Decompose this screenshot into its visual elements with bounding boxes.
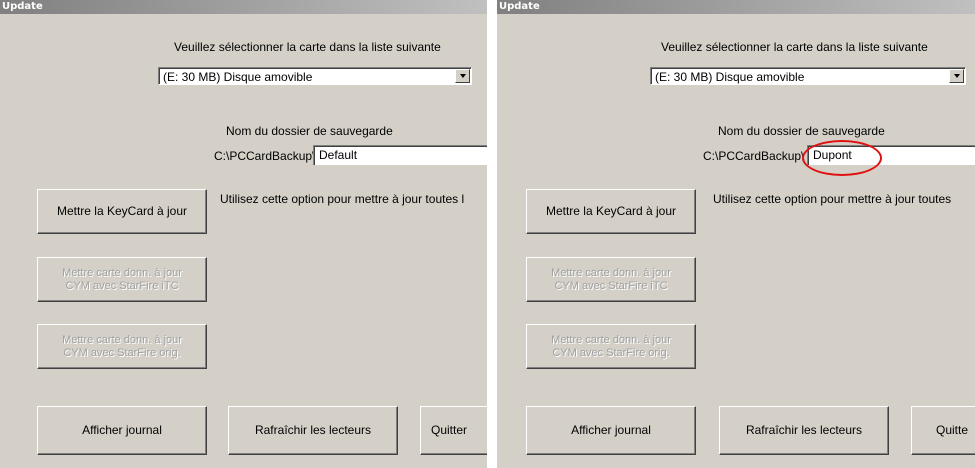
drive-select-value: (E: 30 MB) Disque amovible bbox=[655, 70, 805, 84]
highlight-circle bbox=[802, 140, 882, 176]
quit-label: Quitte bbox=[936, 423, 969, 437]
folder-name-input[interactable]: Default bbox=[313, 145, 487, 165]
backup-folder-label: Nom du dossier de sauvegarde bbox=[718, 124, 885, 138]
window-title: Update bbox=[0, 0, 487, 14]
quit-button[interactable]: Quitte bbox=[911, 406, 975, 455]
quit-label: Quitter bbox=[431, 423, 468, 437]
update-cym-orig-button[interactable]: Mettre carte donn. à jour CYM avec StarF… bbox=[37, 324, 207, 369]
update-cym-itc-button[interactable]: Mettre carte donn. à jour CYM avec StarF… bbox=[37, 257, 207, 302]
update-window-left: Update Veuillez sélectionner la carte da… bbox=[0, 0, 487, 468]
backup-folder-label: Nom du dossier de sauvegarde bbox=[226, 124, 393, 138]
update-keycard-button[interactable]: Mettre la KeyCard à jour bbox=[37, 189, 207, 234]
drive-select[interactable]: (E: 30 MB) Disque amovible bbox=[650, 67, 966, 85]
update-cym-orig-button[interactable]: Mettre carte donn. à jour CYM avec StarF… bbox=[526, 324, 696, 369]
update-keycard-label: Mettre la KeyCard à jour bbox=[56, 204, 188, 218]
drive-select-value: (E: 30 MB) Disque amovible bbox=[163, 70, 313, 84]
update-cym-itc-label: Mettre carte donn. à jour CYM avec StarF… bbox=[62, 266, 182, 292]
refresh-drives-button[interactable]: Rafraîchir les lecteurs bbox=[228, 406, 398, 455]
update-cym-itc-label: Mettre carte donn. à jour CYM avec StarF… bbox=[551, 266, 671, 292]
chevron-down-icon[interactable] bbox=[949, 69, 964, 83]
option-hint: Utilisez cette option pour mettre à jour… bbox=[220, 192, 465, 206]
update-window-right: Update Veuillez sélectionner la carte da… bbox=[497, 0, 975, 468]
chevron-down-icon[interactable] bbox=[455, 69, 470, 83]
update-cym-itc-button[interactable]: Mettre carte donn. à jour CYM avec StarF… bbox=[526, 257, 696, 302]
show-log-button[interactable]: Afficher journal bbox=[37, 406, 207, 455]
update-keycard-label: Mettre la KeyCard à jour bbox=[545, 204, 677, 218]
update-cym-orig-label: Mettre carte donn. à jour CYM avec StarF… bbox=[62, 333, 182, 359]
refresh-drives-label: Rafraîchir les lecteurs bbox=[745, 423, 863, 437]
show-log-label: Afficher journal bbox=[571, 423, 651, 437]
show-log-label: Afficher journal bbox=[82, 423, 162, 437]
update-cym-orig-label: Mettre carte donn. à jour CYM avec StarF… bbox=[551, 333, 671, 359]
refresh-drives-label: Rafraîchir les lecteurs bbox=[254, 423, 372, 437]
update-keycard-button[interactable]: Mettre la KeyCard à jour bbox=[526, 189, 696, 234]
refresh-drives-button[interactable]: Rafraîchir les lecteurs bbox=[719, 406, 889, 455]
instruction-label: Veuillez sélectionner la carte dans la l… bbox=[661, 40, 928, 54]
window-title: Update bbox=[497, 0, 975, 14]
quit-button[interactable]: Quitter bbox=[420, 406, 487, 455]
drive-select[interactable]: (E: 30 MB) Disque amovible bbox=[158, 67, 472, 85]
path-prefix: C:\PCCardBackup\ bbox=[214, 149, 316, 163]
option-hint: Utilisez cette option pour mettre à jour… bbox=[713, 192, 952, 206]
show-log-button[interactable]: Afficher journal bbox=[526, 406, 696, 455]
path-prefix: C:\PCCardBackup\ bbox=[703, 149, 805, 163]
instruction-label: Veuillez sélectionner la carte dans la l… bbox=[174, 40, 441, 54]
